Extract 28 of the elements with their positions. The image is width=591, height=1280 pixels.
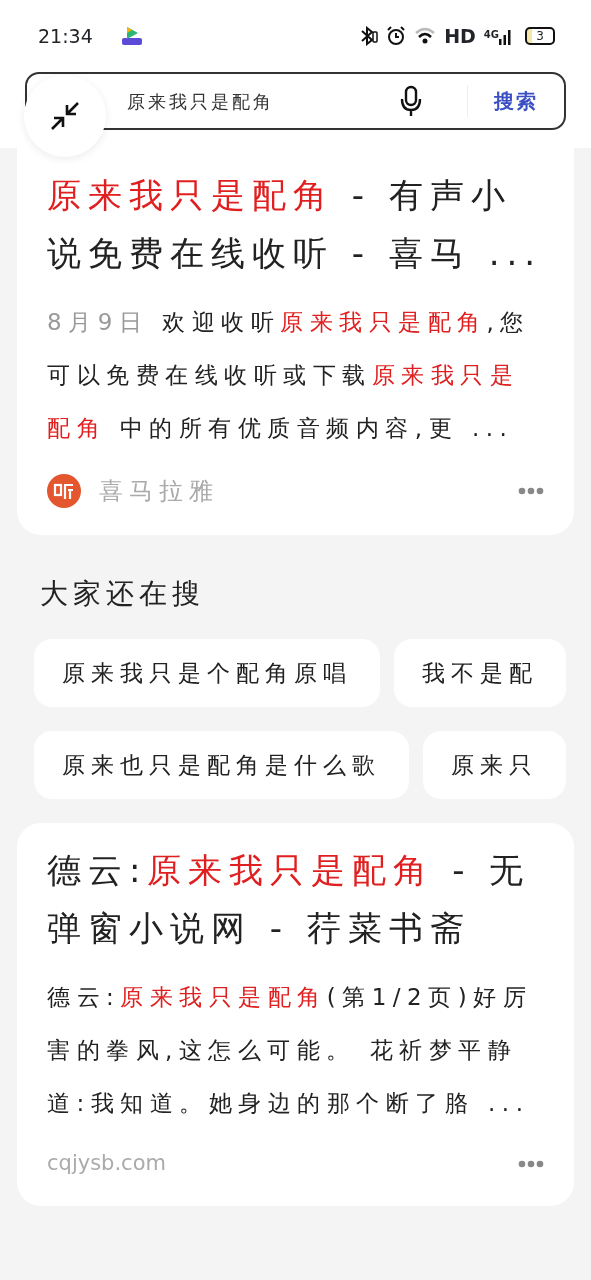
section-heading: 大家还在搜 (40, 576, 206, 612)
microphone-icon (399, 85, 423, 117)
source-url: cqjysb.com (47, 1150, 166, 1177)
battery-indicator: 3 (525, 27, 555, 45)
source-name: 喜马拉雅 (99, 476, 219, 507)
signal-icon (499, 27, 511, 45)
alarm-icon (386, 26, 407, 46)
result-snippet: 德云:原来我只是配角(第1/2页)好厉害的拳风,这怎么可能。 花祈梦平静道:我知道。她身边的那个断了胳 ... (47, 983, 534, 1118)
suggestion-chip[interactable]: 原来只 (423, 731, 566, 799)
result-title-link[interactable]: 原来我只是配角 - 有声小说免费在线收听 - 喜马 ... (47, 166, 544, 282)
more-icon (518, 1159, 544, 1168)
suggestion-chip[interactable]: 原来也只是配角是什么歌 (34, 731, 409, 799)
result-title-link[interactable]: 德云:原来我只是配角 - 无弹窗小说网 - 荇菜书斋 (47, 841, 544, 957)
search-query: 原来我只是配角 (127, 89, 274, 114)
app-icon (120, 26, 143, 46)
result-snippet: 8月9日 欢迎收听 原来我只是配角,您可以免费在线收听或下载 原来我只是配角 中的所有优质音频内容,更 ... (47, 308, 531, 443)
suggestion-chip[interactable]: 我不是配 (394, 639, 566, 707)
more-icon (518, 487, 544, 495)
more-button[interactable] (518, 487, 544, 495)
search-button[interactable]: 搜索 (467, 85, 544, 117)
wifi-icon (414, 27, 437, 45)
more-button[interactable] (518, 1159, 544, 1168)
suggestion-chip[interactable]: 原来我只是个配角原唱 (34, 639, 380, 707)
bluetooth-icon (360, 26, 379, 46)
signal-label: 4G (483, 28, 499, 42)
status-time: 21:34 (38, 23, 93, 49)
listen-glyph-icon (53, 481, 75, 501)
network-label: HD (444, 23, 476, 49)
